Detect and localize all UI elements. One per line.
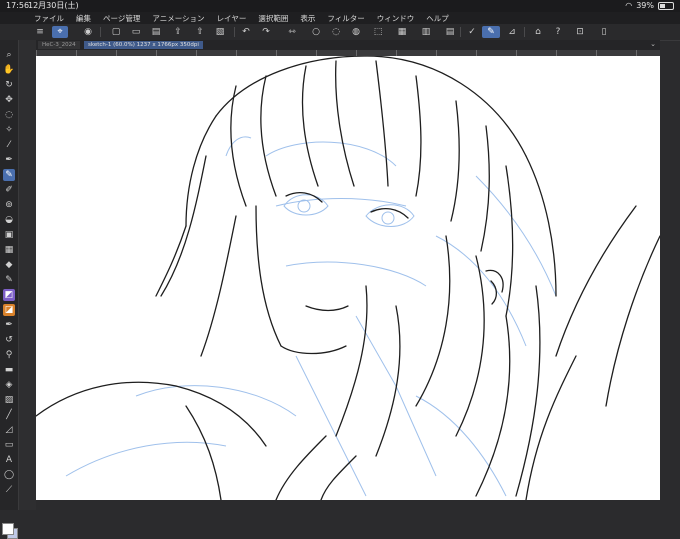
menu-filter[interactable]: フィルター <box>321 13 370 24</box>
canvas-tab-bar: HeC-3_2024 sketch-1 (60.0%) 1237 x 1766p… <box>36 40 660 50</box>
fill-icon[interactable]: ◍ <box>350 26 362 38</box>
main-color[interactable] <box>2 523 14 535</box>
export-icon[interactable]: ⇪ <box>172 26 184 38</box>
panel-icon[interactable]: ⊡ <box>574 26 586 38</box>
pen-tool-icon[interactable]: ✒ <box>3 154 15 166</box>
zoom-tool-icon[interactable]: ⌕ <box>3 49 15 61</box>
wifi-icon: ◠ <box>625 1 633 10</box>
move-tool-icon[interactable]: ✥ <box>3 94 15 106</box>
fill-tool-icon[interactable]: ◪ <box>3 304 15 316</box>
sketch-artwork <box>36 56 660 500</box>
status-right: ◠ 39% <box>625 0 674 12</box>
undo-icon[interactable]: ↶ <box>240 26 252 38</box>
brush-tool-icon[interactable]: ✐ <box>3 184 15 196</box>
clear-icon[interactable]: ◌ <box>330 26 342 38</box>
menu-view[interactable]: 表示 <box>294 13 321 24</box>
pattern-icon[interactable]: ▣ <box>3 229 15 241</box>
date: 12月30日(土) <box>28 1 79 10</box>
menu-animation[interactable]: アニメーション <box>146 13 210 24</box>
pen-stabilizer-icon[interactable]: ✎ <box>482 26 500 38</box>
figure-tool-icon[interactable]: ▬ <box>3 364 15 376</box>
vector-pen-icon[interactable]: ✒ <box>3 319 15 331</box>
color-swatch[interactable] <box>2 523 18 539</box>
smartphone-icon[interactable]: ▯ <box>598 26 610 38</box>
hand-tool-icon[interactable]: ✋ <box>3 64 15 76</box>
bucket-icon[interactable]: ◈ <box>3 379 15 391</box>
gradient-fill-icon[interactable]: ▨ <box>3 394 15 406</box>
clock: 17:56 <box>6 1 30 10</box>
battery-icon <box>658 2 674 10</box>
canvas-tab[interactable]: HeC-3_2024 <box>38 41 80 49</box>
companion-icon[interactable]: ⌂ <box>532 26 544 38</box>
menu-selection[interactable]: 選択範囲 <box>252 13 294 24</box>
help-icon[interactable]: ? <box>552 26 564 38</box>
battery-percent: 39% <box>636 1 654 10</box>
eraser-icon[interactable]: ◆ <box>3 259 15 271</box>
command-bar: ≡ ⌖ ◉ ▢ ▭ ▤ ⇪ ⇧ ▧ ↶ ↷ ⇿ ○ ◌ ◍ ⬚ ▦ ▥ ▤ ✓ … <box>0 24 680 41</box>
sub-tool-strip <box>19 40 36 510</box>
right-scroll-area[interactable] <box>660 50 680 510</box>
select-all-icon[interactable]: ▦ <box>396 26 408 38</box>
magic-wand-icon[interactable]: ✧ <box>3 124 15 136</box>
menu-layer[interactable]: レイヤー <box>211 13 253 24</box>
deselect-icon[interactable]: ▥ <box>420 26 432 38</box>
menu-bar: ファイル 編集 ページ管理 アニメーション レイヤー 選択範囲 表示 フィルター… <box>0 12 680 24</box>
status-bar: 17:56 12月30日(土) ◠ 39% <box>0 0 680 12</box>
line-tool-icon[interactable]: ╱ <box>3 409 15 421</box>
grid-tool-icon[interactable]: ▦ <box>3 244 15 256</box>
ruler-tool-icon[interactable]: ◿ <box>3 424 15 436</box>
hamburger-menu-icon[interactable]: ≡ <box>34 26 46 38</box>
invert-icon[interactable]: ▤ <box>444 26 456 38</box>
blend-icon[interactable]: ✎ <box>3 274 15 286</box>
menu-file[interactable]: ファイル <box>28 13 70 24</box>
stamp-icon[interactable]: ⚲ <box>3 349 15 361</box>
eyedropper-icon[interactable]: ⁄ <box>3 139 15 151</box>
file-info-icon[interactable]: ▧ <box>214 26 226 38</box>
redo-icon[interactable]: ↷ <box>260 26 272 38</box>
crop-icon[interactable]: ⬚ <box>372 26 384 38</box>
drawing-canvas[interactable] <box>36 56 660 500</box>
menu-edit[interactable]: 編集 <box>70 13 97 24</box>
gradient-icon[interactable]: ◩ <box>3 289 15 301</box>
line-correct-icon[interactable]: ⟋ <box>3 484 15 496</box>
bottom-scroll-area[interactable] <box>36 500 660 510</box>
chevron-down-icon[interactable]: ⌄ <box>650 40 656 48</box>
flip-icon[interactable]: ⇿ <box>286 26 298 38</box>
open-folder-icon[interactable]: ▭ <box>130 26 142 38</box>
balloon-icon[interactable]: ◯ <box>3 469 15 481</box>
pencil-tool-icon[interactable]: ✎ <box>3 169 15 181</box>
menu-page[interactable]: ページ管理 <box>97 13 146 24</box>
menu-window[interactable]: ウィンドウ <box>371 13 421 24</box>
transform-icon[interactable]: ○ <box>310 26 322 38</box>
lasso-tool-icon[interactable]: ◌ <box>3 109 15 121</box>
correct-line-icon[interactable]: ↺ <box>3 334 15 346</box>
frame-tool-icon[interactable]: ▭ <box>3 439 15 451</box>
modifier-key-icon[interactable]: ⌖ <box>52 26 68 38</box>
canvas-tab-active[interactable]: sketch-1 (60.0%) 1237 x 1766px 350dpi <box>84 41 203 49</box>
tool-palette: ⌕ ✋ ↻ ✥ ◌ ✧ ⁄ ✒ ✎ ✐ ⊚ ◒ ▣ ▦ ◆ ✎ ◩ ◪ ✒ ↺ … <box>0 40 19 539</box>
settings-icon[interactable]: ◉ <box>82 26 94 38</box>
new-file-icon[interactable]: ▢ <box>110 26 122 38</box>
ruler-check-icon[interactable]: ✓ <box>466 26 478 38</box>
airbrush-icon[interactable]: ⊚ <box>3 199 15 211</box>
snap-icon[interactable]: ⊿ <box>506 26 518 38</box>
decoration-icon[interactable]: ◒ <box>3 214 15 226</box>
save-icon[interactable]: ▤ <box>150 26 162 38</box>
rotate-tool-icon[interactable]: ↻ <box>3 79 15 91</box>
share-icon[interactable]: ⇧ <box>194 26 206 38</box>
menu-help[interactable]: ヘルプ <box>420 13 455 24</box>
text-tool-icon[interactable]: A <box>3 454 15 466</box>
